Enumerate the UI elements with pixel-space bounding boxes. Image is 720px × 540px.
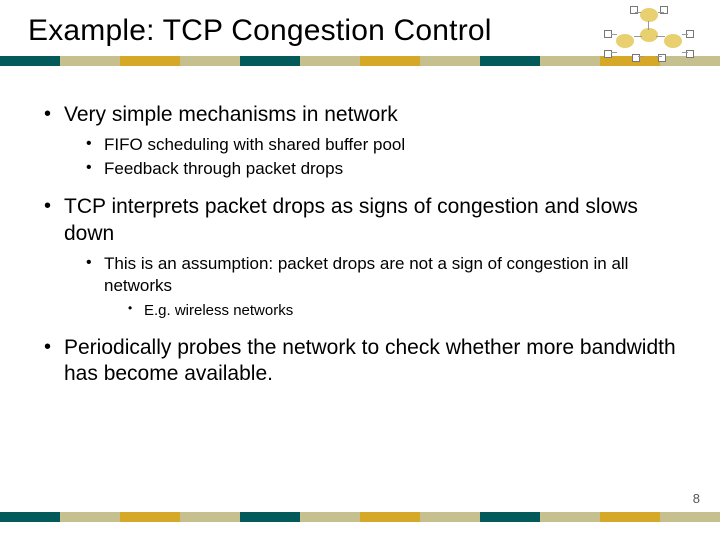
bullet-level-2: This is an assumption: packet drops are … — [80, 253, 680, 321]
stripe-segment — [540, 512, 600, 522]
stripe-segment — [480, 56, 540, 66]
stripe-segment — [480, 512, 540, 522]
bullet-text: Periodically probes the network to check… — [64, 336, 676, 385]
stripe-segment — [300, 512, 360, 522]
title-area: Example: TCP Congestion Control — [0, 0, 720, 56]
bullet-level-3: E.g. wireless networks — [122, 301, 680, 321]
stripe-segment — [420, 56, 480, 66]
slide-body: Very simple mechanisms in network FIFO sc… — [0, 66, 720, 387]
bullet-text: E.g. wireless networks — [144, 302, 293, 319]
stripe-segment — [0, 56, 60, 66]
network-diagram-icon — [602, 6, 698, 68]
stripe-segment — [180, 56, 240, 66]
footer-stripe — [0, 512, 720, 522]
bullet-level-2: Feedback through packet drops — [80, 158, 680, 180]
bullet-text: TCP interprets packet drops as signs of … — [64, 195, 638, 244]
stripe-segment — [120, 512, 180, 522]
stripe-segment — [540, 56, 600, 66]
slide-title: Example: TCP Congestion Control — [28, 14, 692, 48]
bullet-text: This is an assumption: packet drops are … — [104, 254, 628, 295]
bullet-level-1: TCP interprets packet drops as signs of … — [40, 194, 680, 320]
bullet-text: FIFO scheduling with shared buffer pool — [104, 135, 405, 154]
stripe-segment — [660, 512, 720, 522]
stripe-segment — [300, 56, 360, 66]
stripe-segment — [60, 56, 120, 66]
bullet-text: Feedback through packet drops — [104, 159, 343, 178]
stripe-segment — [180, 512, 240, 522]
bullet-level-1: Very simple mechanisms in network FIFO sc… — [40, 102, 680, 180]
stripe-segment — [60, 512, 120, 522]
stripe-segment — [420, 512, 480, 522]
page-number: 8 — [693, 491, 700, 506]
stripe-segment — [360, 512, 420, 522]
stripe-segment — [600, 512, 660, 522]
bullet-level-1: Periodically probes the network to check… — [40, 335, 680, 388]
stripe-segment — [240, 56, 300, 66]
stripe-segment — [240, 512, 300, 522]
bullet-level-2: FIFO scheduling with shared buffer pool — [80, 134, 680, 156]
stripe-segment — [120, 56, 180, 66]
stripe-segment — [360, 56, 420, 66]
stripe-segment — [0, 512, 60, 522]
bullet-text: Very simple mechanisms in network — [64, 103, 398, 126]
